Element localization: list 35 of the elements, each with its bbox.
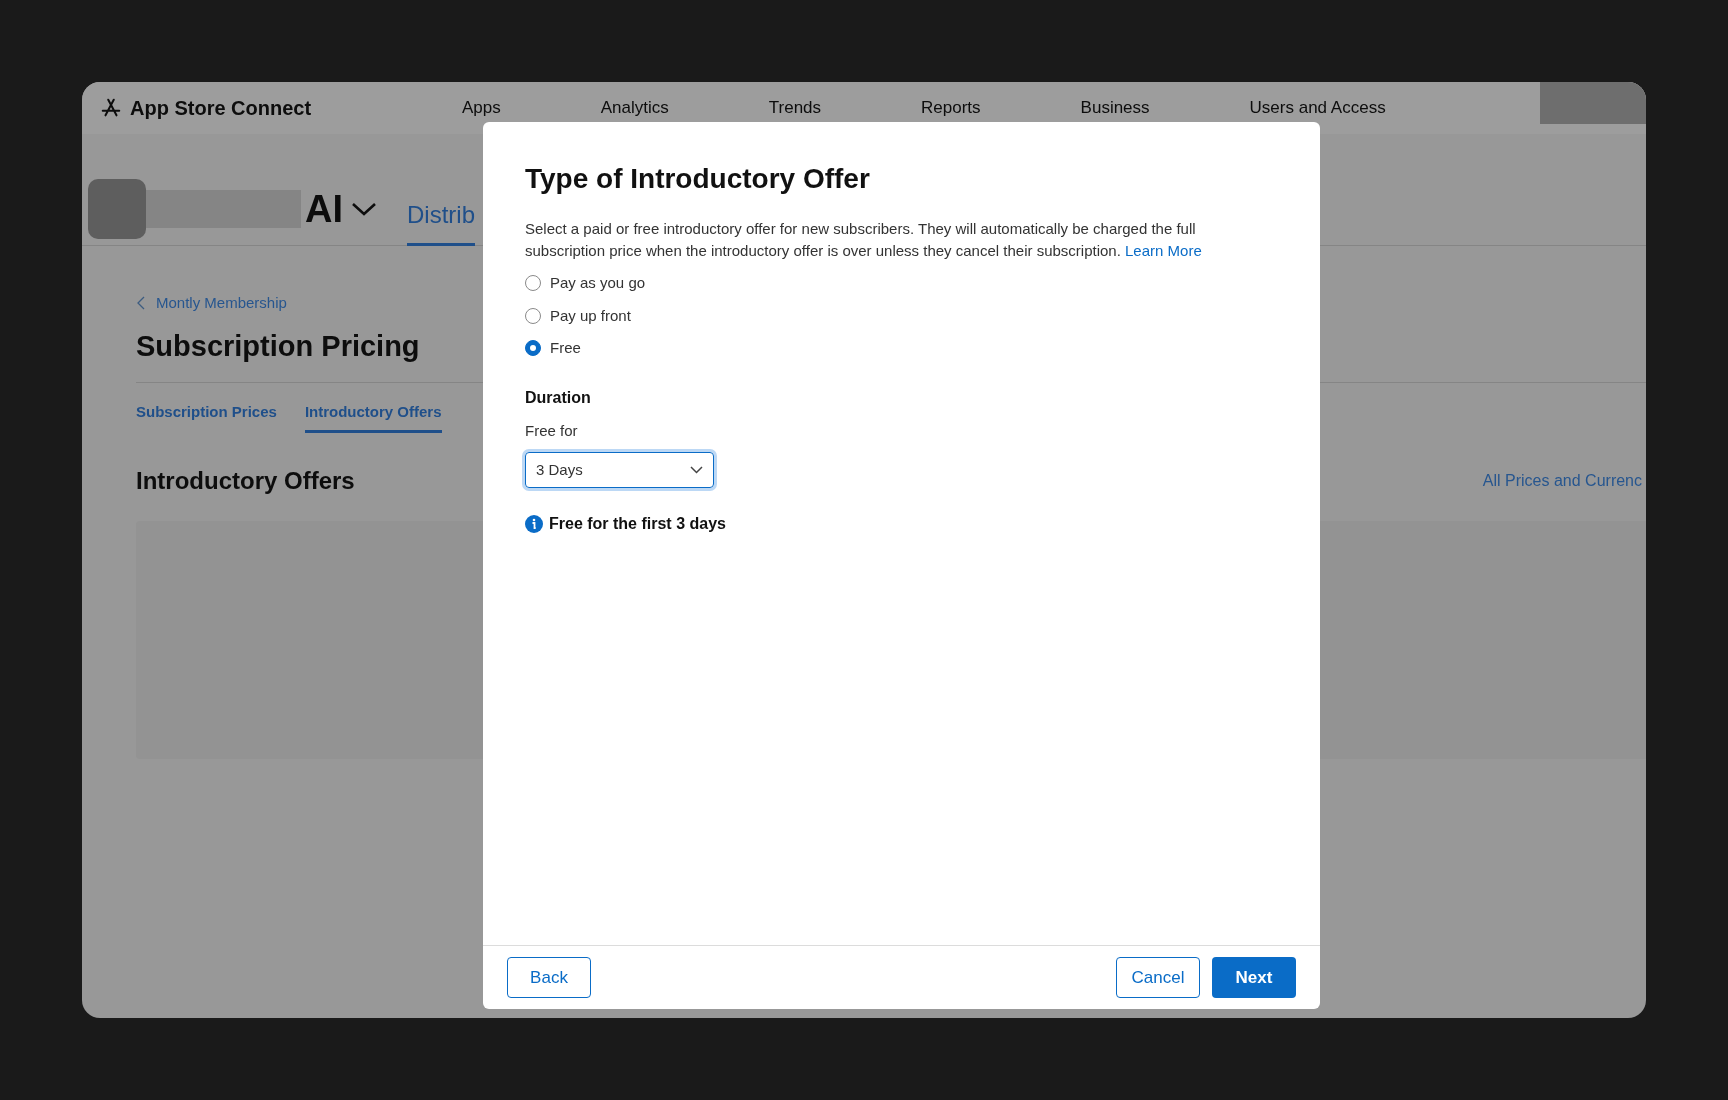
learn-more-link[interactable]: Learn More (1125, 242, 1202, 259)
cancel-button[interactable]: Cancel (1116, 957, 1200, 998)
dialog-description: Select a paid or free introductory offer for new subscribers. They will automatically be charged the full subscription price when the introductory offer is over unless they cancel their subscription. Learn More (525, 219, 1203, 261)
info-message: Free for the first 3 days (549, 514, 726, 534)
field-label: Free for (525, 420, 578, 441)
dialog-title: Type of Introductory Offer (525, 162, 870, 196)
duration-heading: Duration (525, 387, 591, 408)
radio-label: Pay as you go (550, 273, 646, 293)
distribution-tab[interactable]: Distrib (407, 197, 475, 246)
radio-button[interactable] (525, 340, 541, 357)
app-store-icon (100, 97, 122, 119)
back-button[interactable]: Back (507, 957, 591, 998)
radio-label: Pay up front (550, 305, 631, 326)
duration-select[interactable]: 3 Days (525, 452, 714, 488)
nav-link[interactable]: Apps (462, 95, 501, 121)
nav-link[interactable]: Trends (768, 95, 822, 121)
tab[interactable]: Introductory Offers (304, 401, 442, 433)
info-icon (525, 515, 543, 533)
tab[interactable]: Subscription Prices (136, 401, 277, 433)
nav-link[interactable]: Reports (921, 95, 981, 121)
radio-button[interactable] (525, 307, 541, 324)
app-title: App Store Connect (130, 96, 312, 121)
chevron-down-icon[interactable] (351, 201, 377, 217)
app-name: AI (305, 186, 343, 232)
back-chevron-icon[interactable] (136, 296, 146, 311)
nav-link[interactable]: Analytics (600, 95, 669, 121)
radio-label: Free (550, 338, 581, 358)
chevron-down-icon (690, 466, 703, 474)
nav-link[interactable]: Business (1080, 95, 1150, 121)
next-button[interactable]: Next (1212, 957, 1296, 998)
radio-button[interactable] (525, 275, 541, 292)
app-icon-placeholder (88, 179, 146, 239)
section-title: Introductory Offers (136, 465, 355, 496)
page-title: Subscription Pricing (136, 328, 420, 364)
nav-link[interactable]: Users and Access (1249, 95, 1386, 121)
